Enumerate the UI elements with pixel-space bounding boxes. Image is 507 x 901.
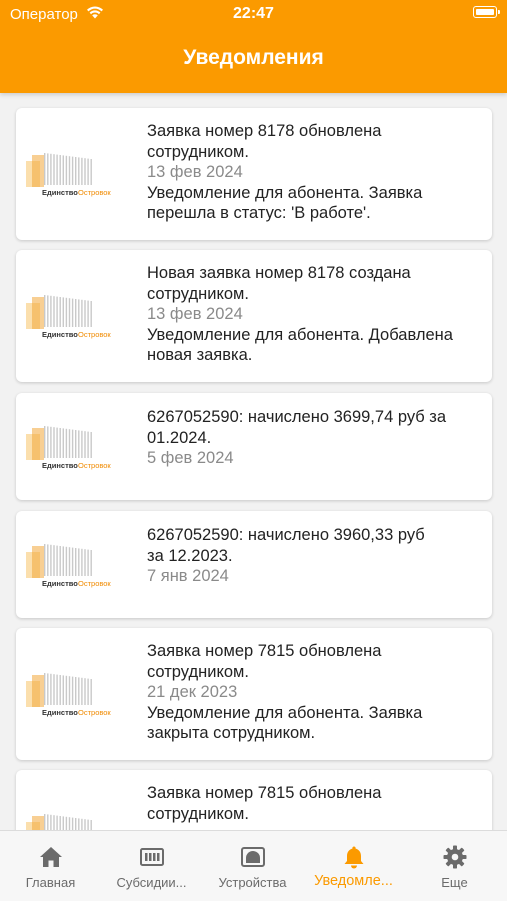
notification-card[interactable]: Единство Островок 6267052590: начислено 36… — [16, 393, 492, 500]
logo-text-1: Единство — [42, 330, 78, 339]
company-logo: ЕдинствоОстровок — [26, 424, 130, 470]
notification-date: 13 фев 2024 — [147, 163, 243, 181]
status-bar: Оператор 22:47 — [0, 0, 507, 28]
notification-text: 6267052590: начислено 3699,74 руб за 01.… — [147, 407, 484, 469]
gear-icon — [443, 845, 466, 869]
notification-date: 13 фев 2024 — [147, 305, 243, 323]
notification-body: Уведомление для абонента. Заявка перешла… — [147, 183, 423, 223]
logo-text-2: Островок — [78, 188, 111, 197]
tab-notifications[interactable]: Уведомле... — [303, 831, 404, 901]
logo-text-1: Единство — [42, 188, 78, 197]
notification-text: Новая заявка номер 8178 создана сотрудни… — [147, 263, 484, 366]
notification-date: 7 янв 2024 — [147, 567, 229, 585]
logo-text-1: Единство — [42, 579, 78, 588]
home-icon — [39, 847, 62, 867]
meter-icon — [139, 848, 164, 866]
logo-text-1: Единство — [42, 461, 78, 470]
notification-body: Уведомление для абонента. Добавлена нова… — [147, 325, 453, 365]
logo-text-2: Островок — [78, 330, 111, 339]
device-icon — [240, 847, 265, 867]
notification-card[interactable]: Единство Островок Новая заявка номер 8178 … — [16, 250, 492, 382]
notification-title: 6267052590: начислено 3960,33 руб за 12.… — [147, 526, 425, 565]
tab-label: Субсидии... — [116, 875, 187, 890]
logo-text-2: Островок — [78, 708, 111, 717]
notification-title: Заявка номер 7815 обновлена сотрудником. — [147, 784, 382, 823]
company-logo: ЕдинствоОстровок — [26, 293, 130, 339]
top-bar: Оператор 22:47 Уведомления — [0, 0, 507, 93]
page-title: Уведомления — [183, 46, 324, 69]
notification-title: Новая заявка номер 8178 создана сотрудни… — [147, 264, 411, 303]
tab-bar: Главная Субсидии... Устройства Уведомле.… — [0, 830, 507, 901]
notification-body: Уведомление для абонента. Заявка закрыта… — [147, 703, 423, 743]
company-logo: ЕдинствоОстровок — [26, 151, 130, 197]
notification-card[interactable]: Единство Островок 6267052590: начислено 39… — [16, 511, 492, 618]
logo-text-2: Островок — [78, 461, 111, 470]
notifications-list[interactable]: Единство Островок Заявка номер 8178 обновл… — [0, 93, 507, 830]
logo-text-2: Островок — [78, 579, 111, 588]
tab-home[interactable]: Главная — [0, 831, 101, 901]
tab-label: Еще — [441, 875, 468, 890]
clock: 22:47 — [233, 5, 274, 22]
tab-subsidies[interactable]: Субсидии... — [101, 831, 202, 901]
logo-text-1: Единство — [42, 708, 78, 717]
notification-text: 6267052590: начислено 3960,33 руб за 12.… — [147, 525, 484, 587]
notification-date: 21 дек 2023 — [147, 683, 238, 701]
notification-text: Заявка номер 7815 обновлена сотрудником. — [147, 783, 484, 824]
tab-more[interactable]: Еще — [404, 831, 505, 901]
bell-icon — [344, 846, 363, 869]
notification-title: 6267052590: начислено 3699,74 руб за 01.… — [147, 408, 447, 447]
company-logo: ЕдинствоОстровок — [26, 542, 130, 588]
notification-text: Заявка номер 7815 обновлена сотрудником.… — [147, 641, 484, 744]
tab-label: Главная — [25, 875, 76, 890]
tab-label: Устройства — [218, 875, 287, 890]
tab-label: Уведомле... — [314, 873, 393, 889]
notification-card[interactable]: ЕдинствоОстровок Заявка номер 7815 обновл… — [16, 770, 492, 830]
notification-title: Заявка номер 8178 обновлена сотрудником. — [147, 122, 382, 161]
company-logo: ЕдинствоОстровок — [26, 812, 130, 830]
notification-text: Заявка номер 8178 обновлена сотрудником.… — [147, 121, 484, 224]
tab-devices[interactable]: Устройства — [202, 831, 303, 901]
notification-date: 5 фев 2024 — [147, 449, 234, 467]
company-logo: ЕдинствоОстровок — [26, 671, 130, 717]
notification-title: Заявка номер 7815 обновлена сотрудником. — [147, 642, 382, 681]
notification-card[interactable]: Единство Островок Заявка номер 8178 обновл… — [16, 108, 492, 240]
notification-card[interactable]: ЕдинствоОстровок Заявка номер 7815 обновл… — [16, 628, 492, 760]
battery-icon — [473, 6, 500, 18]
